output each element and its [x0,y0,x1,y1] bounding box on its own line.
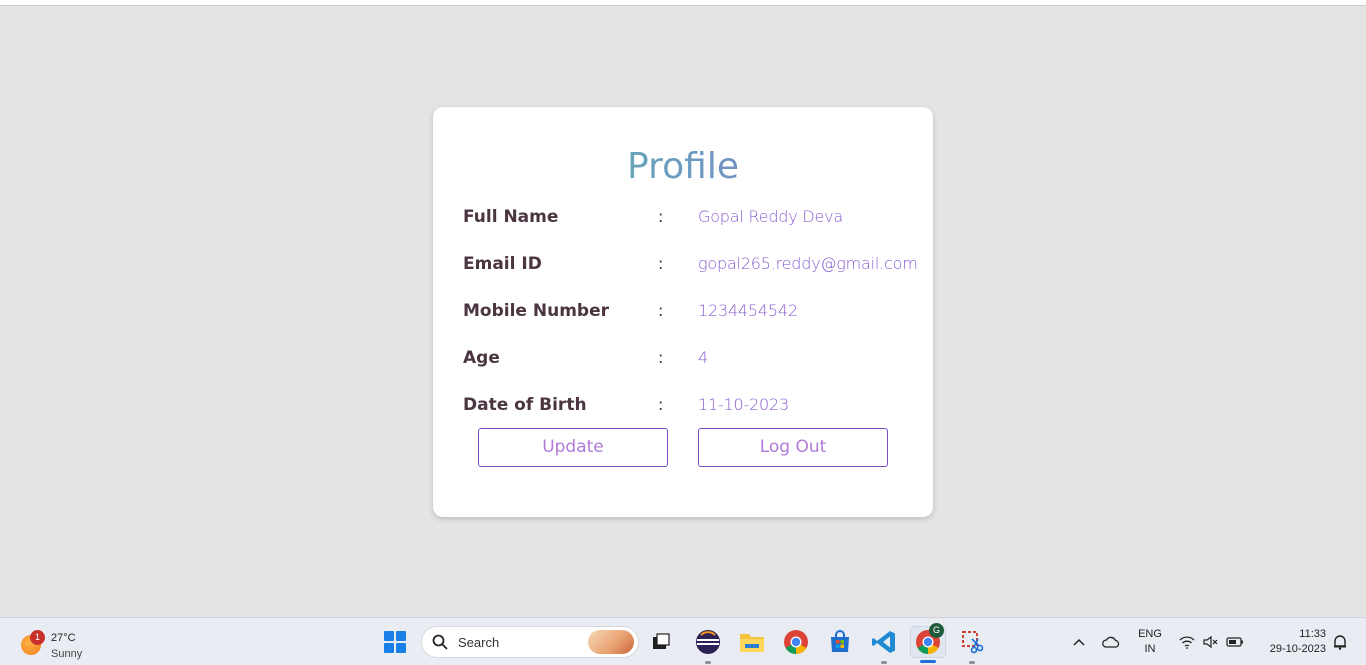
chrome-profile-icon[interactable]: G [910,623,946,663]
field-label: Mobile Number [463,301,609,321]
language-code: ENG [1138,628,1162,640]
field-value: 1234454542 [698,301,798,320]
snipping-tool-icon[interactable] [956,626,988,664]
weather-widget[interactable]: 1 27°C Sunny [18,624,108,660]
chrome-icon[interactable] [780,626,812,658]
field-value: 4 [698,348,708,367]
field-value: Gopal Reddy Deva [698,207,844,226]
profile-badge: G [929,623,944,638]
field-colon: : [658,254,664,273]
page-title: Profile [433,145,933,189]
field-label: Email ID [463,254,542,274]
field-value: 11-10-2023 [698,395,789,414]
clock-time: 11:33 [1299,628,1326,640]
file-explorer-icon[interactable] [736,626,768,658]
windows-start-icon[interactable] [379,626,411,658]
battery-icon[interactable] [1224,626,1246,658]
field-colon: : [658,348,664,367]
update-button[interactable]: Update [478,428,668,467]
language-indicator[interactable]: ENG IN [1133,628,1167,655]
microsoft-store-icon[interactable] [824,626,856,658]
search-icon [432,634,448,650]
field-colon: : [658,301,664,320]
weather-temperature: 27°C [51,632,76,644]
eclipse-icon[interactable] [692,626,724,664]
chevron-up-icon[interactable] [1066,626,1092,658]
wifi-icon[interactable] [1176,626,1198,658]
taskbar: 1 27°C Sunny Search G ENG IN 11:33 29-10… [0,617,1366,665]
region-code: IN [1144,643,1156,655]
field-row-age: Age : 4 [463,347,923,371]
search-highlight-image [588,630,634,654]
field-value: gopal265.reddy@gmail.com [698,254,918,273]
clock[interactable]: 11:33 29-10-2023 [1256,628,1326,655]
logout-button[interactable]: Log Out [698,428,888,467]
field-row-dob: Date of Birth : 11-10-2023 [463,394,923,418]
profile-card: Profile Full Name : Gopal Reddy Deva Ema… [433,107,933,517]
field-label: Date of Birth [463,395,587,415]
browser-top-edge [0,0,1366,6]
notification-bell-icon[interactable] [1330,626,1350,658]
task-view-icon[interactable] [645,626,677,658]
volume-muted-icon[interactable] [1200,626,1222,658]
field-colon: : [658,207,664,226]
field-label: Age [463,348,500,368]
field-label: Full Name [463,207,559,227]
field-row-mobile: Mobile Number : 1234454542 [463,300,923,324]
weather-condition: Sunny [51,648,83,660]
taskbar-search[interactable]: Search [421,626,639,658]
search-label: Search [458,635,500,650]
field-row-full-name: Full Name : Gopal Reddy Deva [463,206,923,230]
onedrive-cloud-icon[interactable] [1098,626,1124,658]
vscode-icon[interactable] [868,626,900,664]
notification-badge: 1 [30,630,45,645]
clock-date: 29-10-2023 [1269,643,1326,655]
field-row-email: Email ID : gopal265.reddy@gmail.com [463,253,923,277]
field-colon: : [658,395,664,414]
